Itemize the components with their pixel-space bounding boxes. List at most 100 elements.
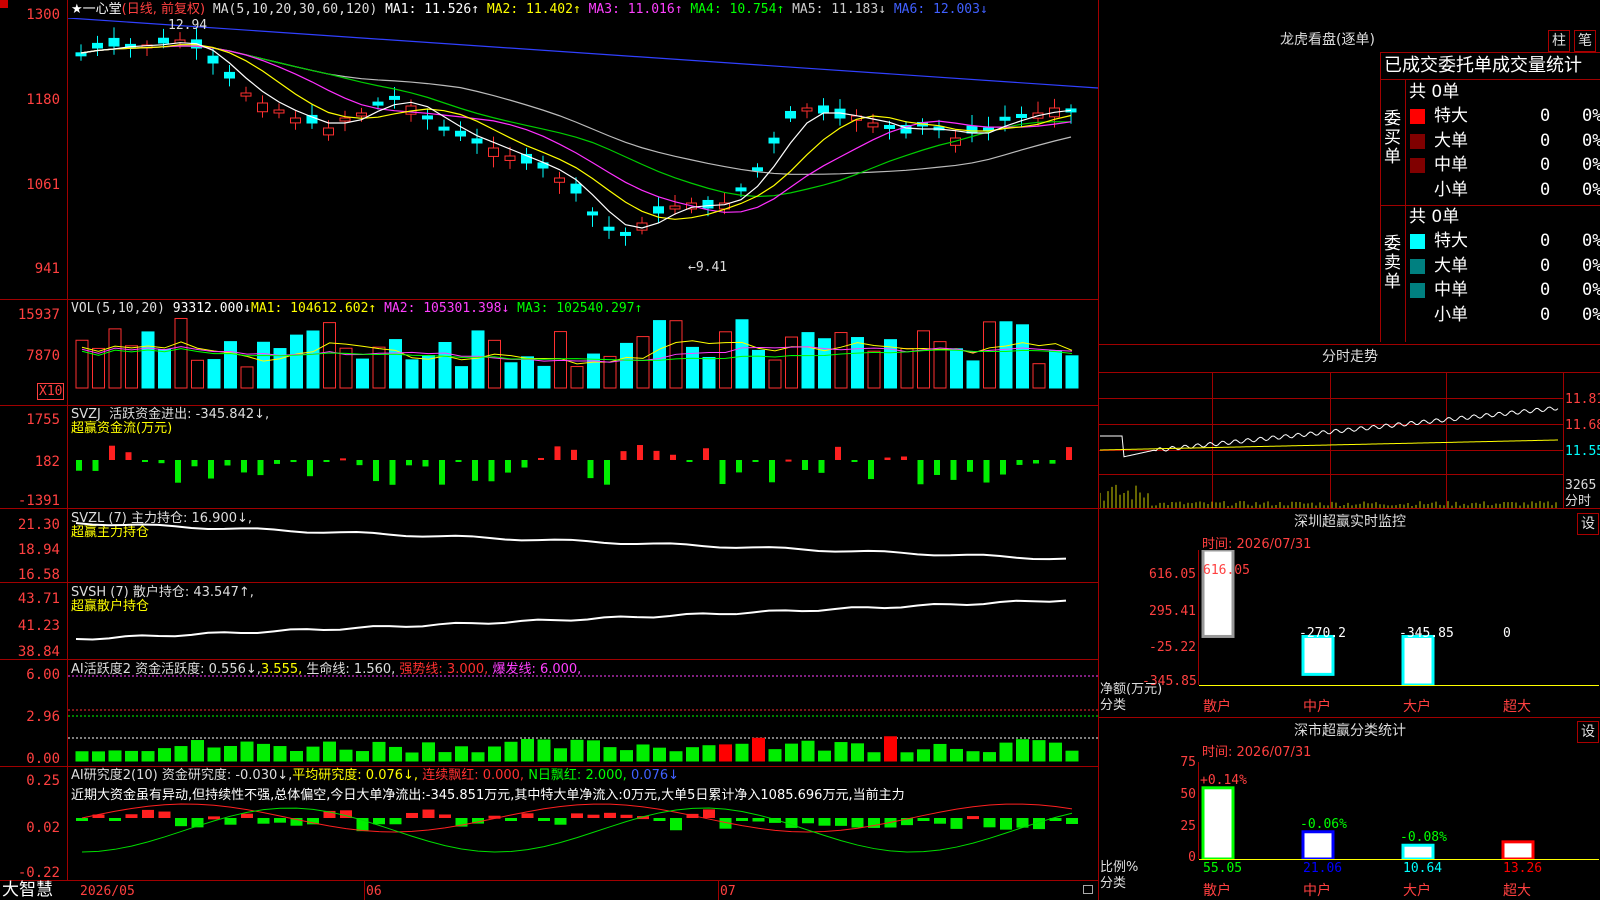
svzj-ytick: -1391 (17, 493, 60, 509)
buy-pct: 0% (1582, 179, 1600, 200)
x-tick-may: 2026/05 (80, 884, 135, 899)
vol-ma1: MA1: 104612.602↑ (251, 301, 377, 316)
fund-flow-bar (736, 460, 742, 473)
candle-body (455, 130, 466, 137)
panel-divider (0, 405, 1098, 406)
classify-settings-button[interactable]: 设 (1577, 721, 1599, 743)
ma6-value: MA6: 12.003↓ (893, 2, 988, 17)
volume-bar (504, 362, 518, 389)
monitor-category-label: 中户 (1303, 699, 1331, 715)
activity-bar (141, 751, 155, 762)
candle-body (438, 126, 450, 131)
fund-flow-bar (620, 451, 627, 460)
x-tick-jun: 06 (366, 884, 382, 899)
classify-ytick: 25 (1180, 819, 1196, 834)
fenshi-chart[interactable] (1100, 374, 1562, 508)
ai1-chart[interactable] (68, 660, 1098, 766)
svzj-ytick: 1755 (26, 412, 60, 428)
volume-bar (1065, 355, 1079, 389)
monitor-chart[interactable] (1199, 550, 1599, 685)
fund-flow-bar (901, 456, 907, 460)
volume-bar (207, 359, 221, 389)
volume-bar (323, 322, 336, 389)
activity-bar (653, 747, 666, 762)
svsh-chart[interactable] (68, 583, 1098, 659)
fund-flow-bar (505, 460, 511, 473)
fund-flow-bar (752, 460, 759, 462)
volume-bar (158, 349, 171, 389)
bar-mode-button[interactable]: 柱 (1548, 30, 1570, 52)
research-bar (950, 818, 963, 829)
candle-body (224, 71, 235, 79)
ai2-chart[interactable] (68, 800, 1098, 880)
fund-flow-bar (191, 460, 198, 467)
svzj-ytick: 182 (34, 454, 60, 470)
sell-row: 中单 0 0% (1410, 279, 1600, 301)
buy-row: 小单 0 0% (1410, 179, 1600, 201)
classify-chart[interactable] (1199, 762, 1599, 859)
fenshi-title: 分时走势 (1322, 349, 1378, 365)
lock-icon[interactable] (1083, 885, 1093, 894)
ai2-t4: N日飘红: 2.000, (528, 768, 627, 783)
research-bar (406, 812, 418, 818)
monitor-xlabel: 分类 (1100, 698, 1127, 713)
candle-body (92, 42, 103, 49)
buy-pct: 0% (1582, 155, 1600, 175)
activity-bar (554, 748, 567, 762)
monitor-settings-button[interactable]: 设 (1577, 513, 1599, 535)
candle-body (273, 109, 285, 114)
vol-label: VOL(5,10,20) (71, 301, 165, 316)
candle-body (620, 231, 631, 236)
candle-body (488, 147, 499, 157)
buy-color-swatch (1410, 109, 1425, 124)
fenshi-price: 11.55 (1565, 444, 1600, 459)
activity-bar (488, 746, 501, 762)
candle-body (422, 115, 433, 120)
activity-bar (471, 752, 485, 762)
svzl-chart[interactable] (68, 509, 1098, 582)
stock-name[interactable]: ★一心堂 (71, 2, 122, 17)
classify-xlabel: 分类 (1100, 876, 1127, 891)
volume-bar (141, 331, 155, 389)
tick-mode-button[interactable]: 笔 (1574, 30, 1596, 52)
period-label[interactable]: (日线, 前复权) (122, 2, 205, 17)
activity-bar (851, 743, 864, 762)
ai2-ytick: 0.02 (26, 820, 60, 836)
activity-bar (125, 750, 138, 762)
longhu-title: 龙虎看盘(逐单) (1280, 32, 1375, 48)
ai2-ytick: 0.25 (26, 773, 60, 789)
volume-bar (174, 317, 188, 389)
panel-divider (0, 880, 1098, 881)
kline-ytick: 1061 (26, 177, 60, 193)
research-bar (835, 818, 847, 826)
kline-ytick: 1300 (26, 7, 60, 23)
svzj-chart[interactable] (68, 430, 1098, 508)
kline-chart[interactable] (68, 18, 1098, 298)
fund-flow-bar (884, 457, 891, 460)
volume-bar (653, 320, 666, 389)
research-bar (208, 816, 220, 820)
sell-row: 小单 0 0% (1410, 304, 1600, 326)
activity-bar (521, 738, 534, 762)
research-bar (653, 818, 666, 821)
volume-bar (983, 321, 996, 389)
vol-ma2: MA2: 105301.398↓ (384, 301, 510, 316)
activity-bar (867, 752, 881, 762)
volume-chart[interactable] (68, 315, 1098, 405)
monitor-bar-value: 616.05 (1203, 563, 1250, 578)
vol-ma3: MA3: 102540.297↑ (517, 301, 643, 316)
activity-bar (570, 739, 584, 762)
sell-type: 大单 (1434, 255, 1468, 276)
fund-flow-bar (835, 446, 841, 460)
divider (1098, 508, 1600, 509)
monitor-ytick: 616.05 (1149, 567, 1196, 582)
buy-count: 0 (1540, 155, 1551, 175)
fund-flow-bar (637, 445, 643, 460)
volume-bar (455, 366, 468, 389)
activity-bar (719, 744, 732, 762)
candle-body (372, 101, 384, 106)
classify-category-label: 散户 (1203, 883, 1231, 899)
monitor-ytick: -25.22 (1149, 640, 1196, 655)
activity-bar (455, 746, 468, 762)
fenshi-vol-unit: 分时 (1565, 494, 1592, 509)
